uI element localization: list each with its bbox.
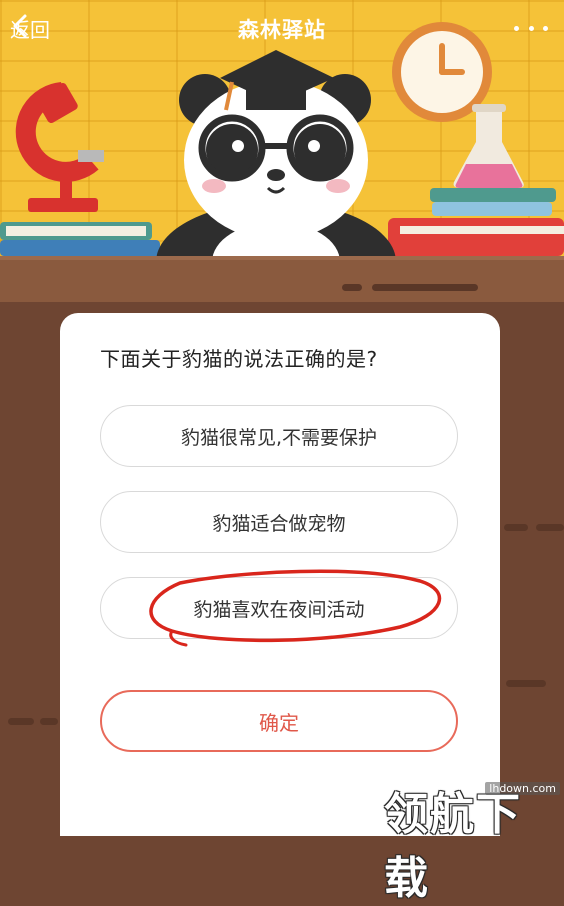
wood-grain — [342, 284, 362, 291]
answer-option-2[interactable]: 豹猫适合做宠物 — [100, 491, 458, 553]
watermark: 领航下载 lhdown.com — [380, 772, 564, 904]
books-left-icon — [0, 222, 160, 256]
dot-icon — [514, 25, 519, 31]
microscope-icon — [15, 82, 104, 212]
answer-option-label: 豹猫适合做宠物 — [212, 512, 346, 535]
more-menu-button[interactable] — [514, 22, 548, 34]
wood-grain — [536, 524, 564, 531]
nav-bar: 返回 森林驿站 — [0, 0, 564, 56]
answer-option-3[interactable]: 豹猫喜欢在夜间活动 — [100, 577, 458, 639]
answer-option-1[interactable]: 豹猫很常见,不需要保护 — [100, 405, 458, 467]
quiz-card: 下面关于豹猫的说法正确的是? 豹猫很常见,不需要保护 豹猫适合做宠物 豹猫喜欢在… — [60, 313, 500, 836]
dot-icon — [528, 25, 534, 31]
panda-teacher-icon — [156, 50, 396, 262]
question-text: 下面关于豹猫的说法正确的是? — [100, 347, 378, 371]
books-right-icon — [388, 188, 564, 256]
page-title: 森林驿站 — [238, 18, 326, 42]
dot-icon — [543, 25, 548, 31]
watermark-logo-text: 领航下载 — [384, 789, 522, 904]
header-illustration: 返回 森林驿站 — [0, 0, 564, 262]
wood-grain — [8, 718, 34, 725]
watermark-url: lhdown.com — [485, 782, 560, 795]
wood-grain — [372, 284, 478, 291]
answer-option-label: 豹猫很常见,不需要保护 — [180, 426, 378, 449]
wooden-shelf — [0, 256, 564, 306]
wood-grain — [504, 524, 528, 531]
answer-option-label: 豹猫喜欢在夜间活动 — [193, 598, 365, 621]
wood-grain — [40, 718, 58, 725]
wood-grain — [506, 680, 546, 687]
confirm-button[interactable]: 确定 — [100, 690, 458, 752]
